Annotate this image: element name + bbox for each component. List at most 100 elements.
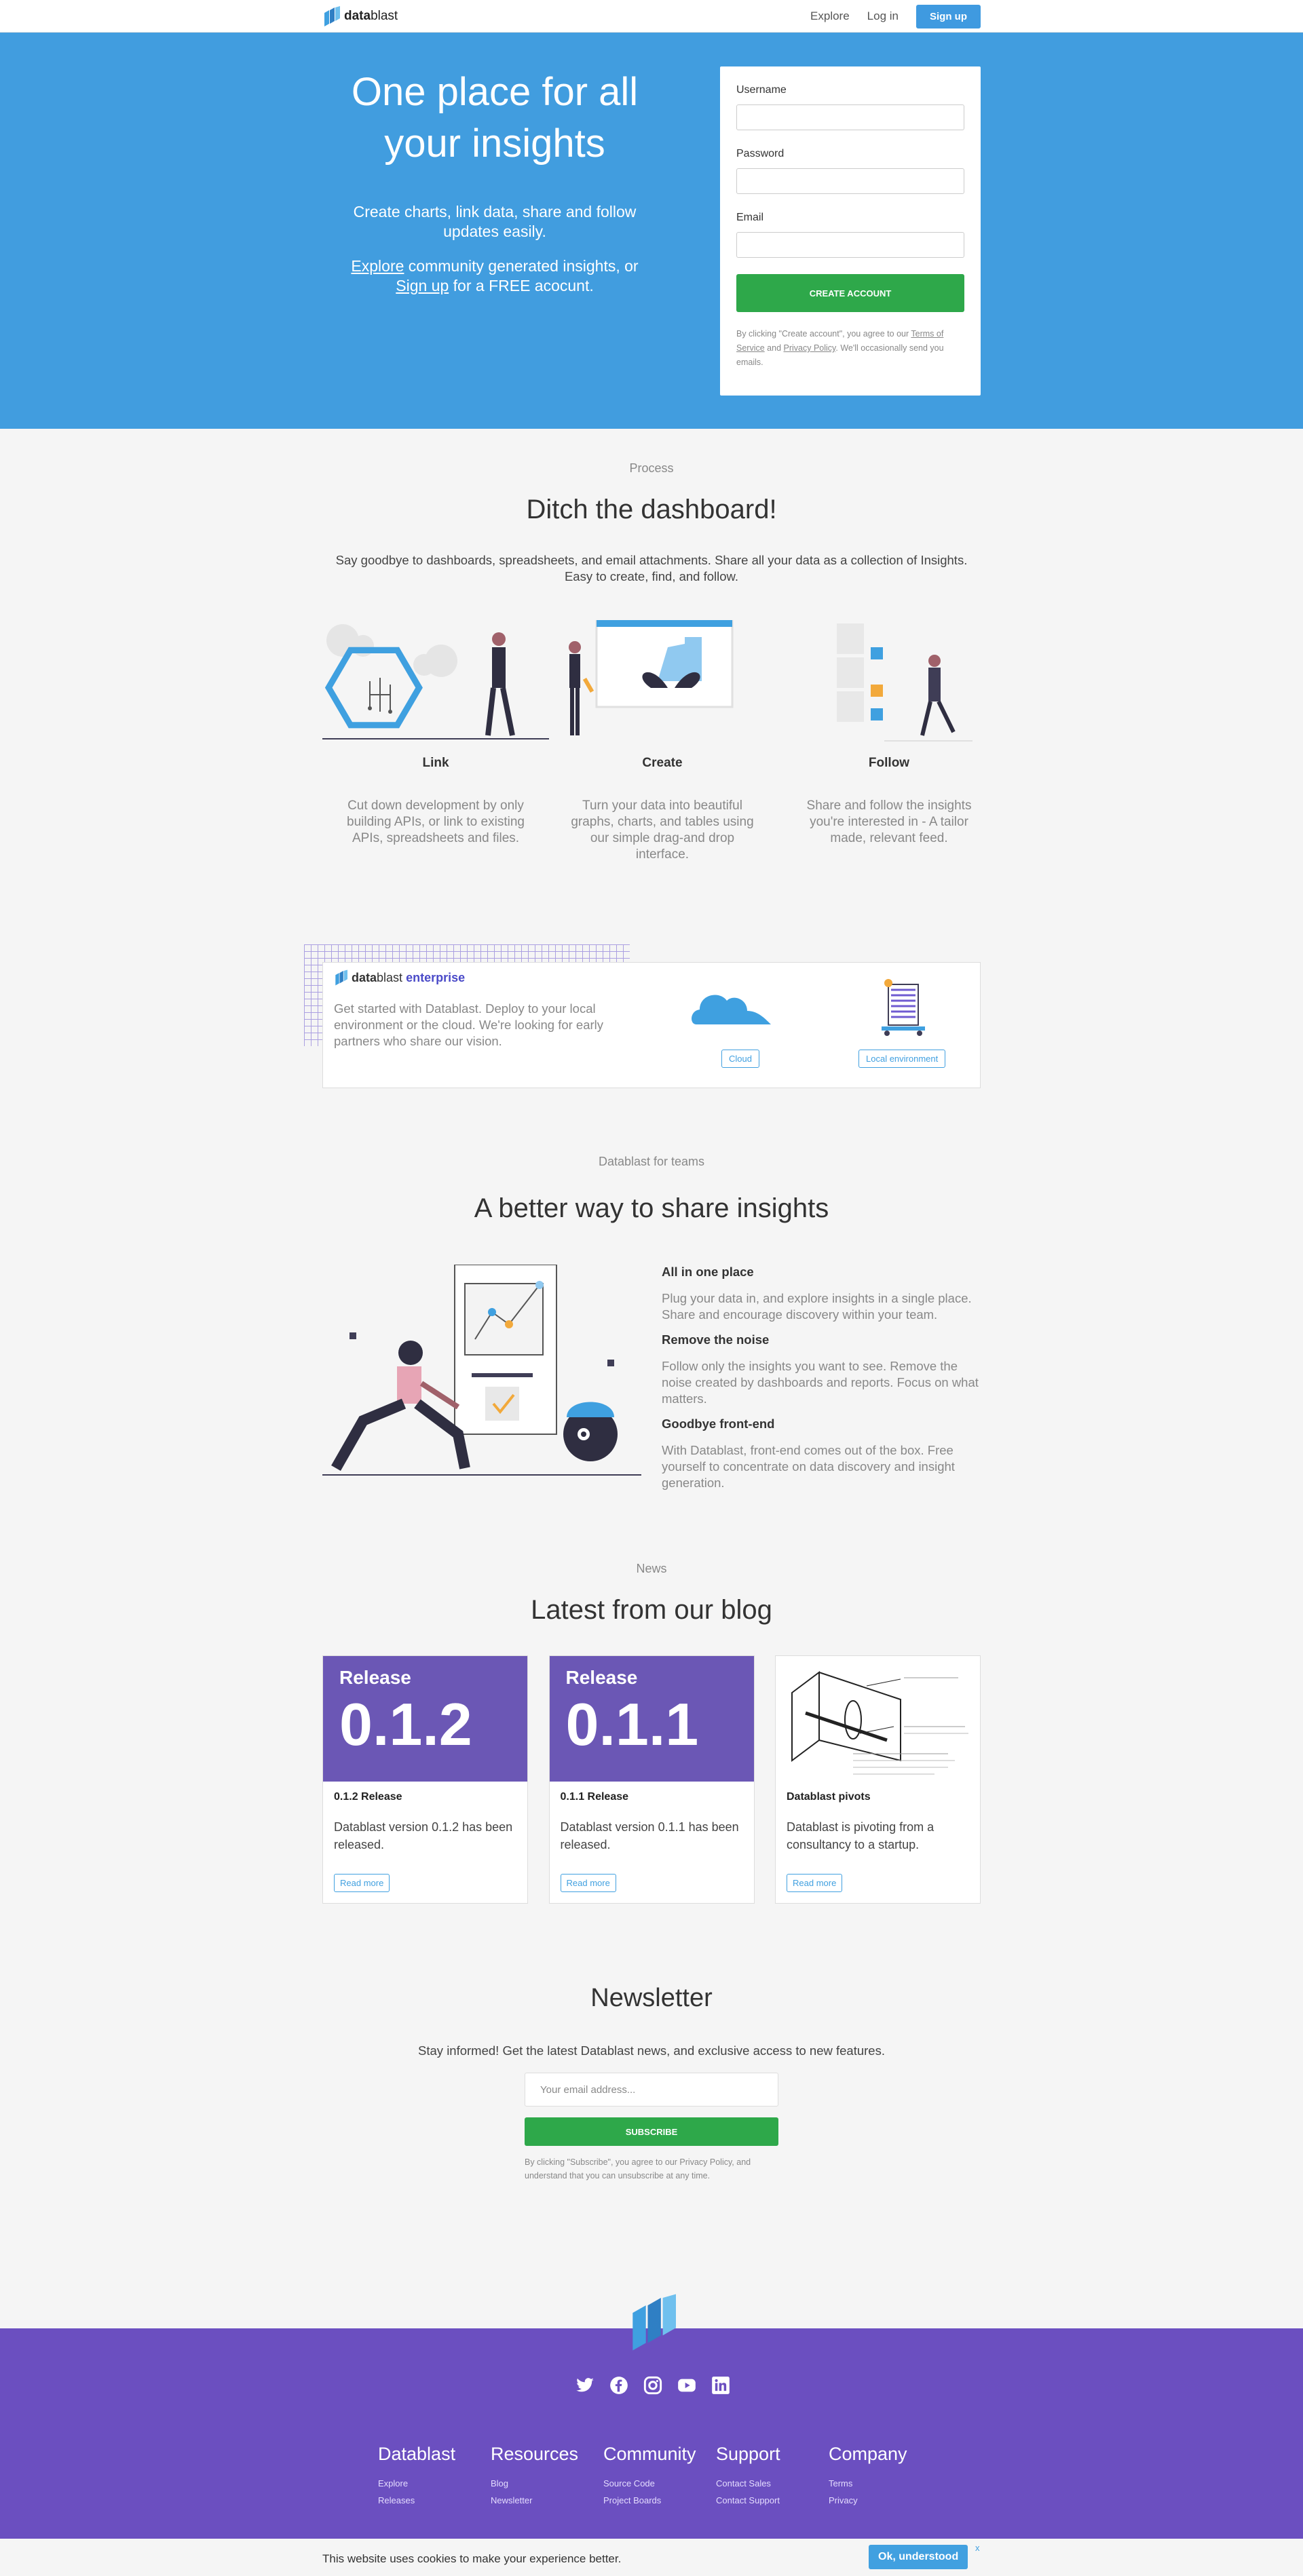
username-input[interactable]	[736, 104, 964, 130]
step-create: Create Turn your data into beautiful gra…	[549, 619, 776, 863]
password-input[interactable]	[736, 168, 964, 194]
feature-title: All in one place	[662, 1265, 754, 1279]
blog-card-text: Datablast is pivoting from a consultancy…	[787, 1820, 934, 1851]
blog-card-title: Datablast pivots	[787, 1791, 871, 1803]
create-account-button[interactable]: CREATE ACCOUNT	[736, 274, 964, 312]
enterprise-text: Get started with Datablast. Deploy to yo…	[334, 1001, 604, 1048]
hero-text-mid: community generated insights, or	[404, 257, 639, 275]
blog-card-text: Datablast version 0.1.1 has been release…	[560, 1820, 739, 1851]
blog-card-title: 0.1.2 Release	[334, 1791, 402, 1803]
blog-card[interactable]: Release 0.1.1 0.1.1 Release Datablast ve…	[548, 1655, 755, 1904]
footer-link-contact-support[interactable]: Contact Support	[716, 2495, 829, 2505]
footer-link-terms[interactable]: Terms	[829, 2478, 941, 2488]
nav-signup-button[interactable]: Sign up	[916, 4, 981, 28]
step-follow-text: Share and follow the insights you're int…	[806, 799, 972, 845]
footer-col-datablast: Datablast Explore Releases	[378, 2444, 491, 2512]
local-environment-button[interactable]: Local environment	[858, 1050, 946, 1068]
footer-link-releases[interactable]: Releases	[378, 2495, 491, 2505]
enterprise-card: datablast enterprise Get started with Da…	[322, 962, 981, 1088]
feature-title: Goodbye front-end	[662, 1417, 775, 1431]
enterprise-brand-rest: blast	[377, 970, 403, 984]
feature-text: With Datablast, front-end comes out of t…	[662, 1443, 955, 1490]
step-create-text: Turn your data into beautiful graphs, ch…	[571, 799, 754, 862]
hero-text-end: for a FREE acocunt.	[449, 277, 594, 294]
terms-pre: By clicking "Create account", you agree …	[736, 329, 911, 339]
step-link: Link Cut down development by only buildi…	[322, 620, 549, 863]
blog-card-text: Datablast version 0.1.2 has been release…	[334, 1820, 513, 1851]
cookie-banner: This website uses cookies to make your e…	[0, 2539, 1303, 2576]
footer-link-blog[interactable]: Blog	[491, 2478, 603, 2488]
youtube-icon[interactable]	[677, 2376, 696, 2395]
teams-eyebrow: Datablast for teams	[598, 1155, 705, 1168]
newsletter-terms: By clicking "Subscribe", you agree to ou…	[525, 2157, 751, 2180]
blog-card-banner: Release 0.1.1	[549, 1656, 754, 1782]
enterprise-brand-bold: data	[352, 970, 377, 984]
hero-signup-link[interactable]: Sign up	[396, 277, 449, 294]
footer-link-privacy[interactable]: Privacy	[829, 2495, 941, 2505]
footer-col-resources: Resources Blog Newsletter	[491, 2444, 603, 2512]
nav-explore-link[interactable]: Explore	[810, 9, 850, 23]
teams-illustration	[322, 1264, 662, 1495]
release-badge: Release	[565, 1667, 638, 1688]
blog-card[interactable]: Datablast pivots Datablast is pivoting f…	[775, 1655, 981, 1904]
nav-login-link[interactable]: Log in	[867, 9, 899, 23]
privacy-policy-link[interactable]: Privacy Policy	[784, 343, 836, 353]
top-nav: datablast Explore Log in Sign up	[0, 0, 1303, 33]
teams-title: A better way to share insights	[474, 1193, 829, 1223]
footer-link-explore[interactable]: Explore	[378, 2478, 491, 2488]
newsletter-email-input[interactable]: Your email address...	[525, 2073, 778, 2107]
process-eyebrow: Process	[629, 461, 674, 475]
footer-columns: Datablast Explore Releases Resources Blo…	[378, 2444, 941, 2512]
footer-col-company: Company Terms Privacy	[829, 2444, 941, 2512]
news-title: Latest from our blog	[531, 1595, 772, 1625]
twitter-icon[interactable]	[575, 2376, 594, 2395]
instagram-icon[interactable]	[643, 2376, 662, 2395]
footer-link-project-boards[interactable]: Project Boards	[603, 2495, 716, 2505]
teams-section: Datablast for teams A better way to shar…	[322, 1155, 981, 1501]
hero-explore-link[interactable]: Explore	[351, 257, 404, 275]
cookie-close-button[interactable]: x	[975, 2543, 980, 2553]
create-illustration	[549, 619, 776, 749]
datablast-logo-icon	[324, 6, 340, 26]
linkedin-icon[interactable]	[711, 2376, 730, 2395]
read-more-button[interactable]: Read more	[334, 1874, 390, 1892]
signup-form: Username Password Email CREATE ACCOUNT B…	[720, 66, 981, 396]
cloud-button[interactable]: Cloud	[721, 1050, 759, 1068]
signup-terms: By clicking "Create account", you agree …	[736, 327, 964, 370]
brand-bold: data	[344, 9, 371, 23]
footer-link-contact-sales[interactable]: Contact Sales	[716, 2478, 829, 2488]
follow-illustration	[776, 620, 1002, 749]
facebook-icon[interactable]	[609, 2376, 628, 2395]
cloud-icon	[692, 995, 771, 1024]
feature-title: Remove the noise	[662, 1332, 770, 1347]
footer-col-title: Datablast	[378, 2444, 456, 2464]
read-more-button[interactable]: Read more	[560, 1874, 616, 1892]
footer-col-title: Community	[603, 2444, 696, 2464]
process-title: Ditch the dashboard!	[526, 495, 777, 524]
terms-and: and	[764, 343, 784, 353]
read-more-button[interactable]: Read more	[787, 1874, 843, 1892]
cookie-accept-button[interactable]: Ok, understood	[869, 2545, 968, 2569]
footer-link-source-code[interactable]: Source Code	[603, 2478, 716, 2488]
email-label: Email	[736, 212, 764, 223]
email-input[interactable]	[736, 232, 964, 258]
newsletter-lead: Stay informed! Get the latest Datablast …	[418, 2043, 885, 2058]
brand-logo[interactable]: datablast	[322, 6, 398, 26]
footer-link-newsletter[interactable]: Newsletter	[491, 2495, 603, 2505]
username-label: Username	[736, 84, 787, 96]
step-link-title: Link	[422, 756, 449, 770]
subscribe-button[interactable]: SUBSCRIBE	[525, 2117, 778, 2146]
blog-card[interactable]: Release 0.1.2 0.1.2 Release Datablast ve…	[322, 1655, 528, 1904]
feature-text: Follow only the insights you want to see…	[662, 1359, 979, 1406]
hero-cta-text: Explore community generated insights, or…	[350, 256, 640, 296]
release-version: 0.1.2	[339, 1691, 472, 1758]
link-illustration	[322, 620, 549, 749]
footer-col-community: Community Source Code Project Boards	[603, 2444, 716, 2512]
release-version: 0.1.1	[565, 1691, 699, 1758]
datablast-logo-icon[interactable]	[627, 2293, 676, 2351]
step-follow: Follow Share and follow the insights you…	[776, 620, 1002, 863]
enterprise-section: datablast enterprise Get started with Da…	[304, 944, 981, 1114]
enterprise-brand: datablast enterprise	[334, 969, 969, 986]
step-follow-title: Follow	[868, 756, 910, 770]
process-lead: Say goodbye to dashboards, spreadsheets,…	[335, 553, 968, 583]
